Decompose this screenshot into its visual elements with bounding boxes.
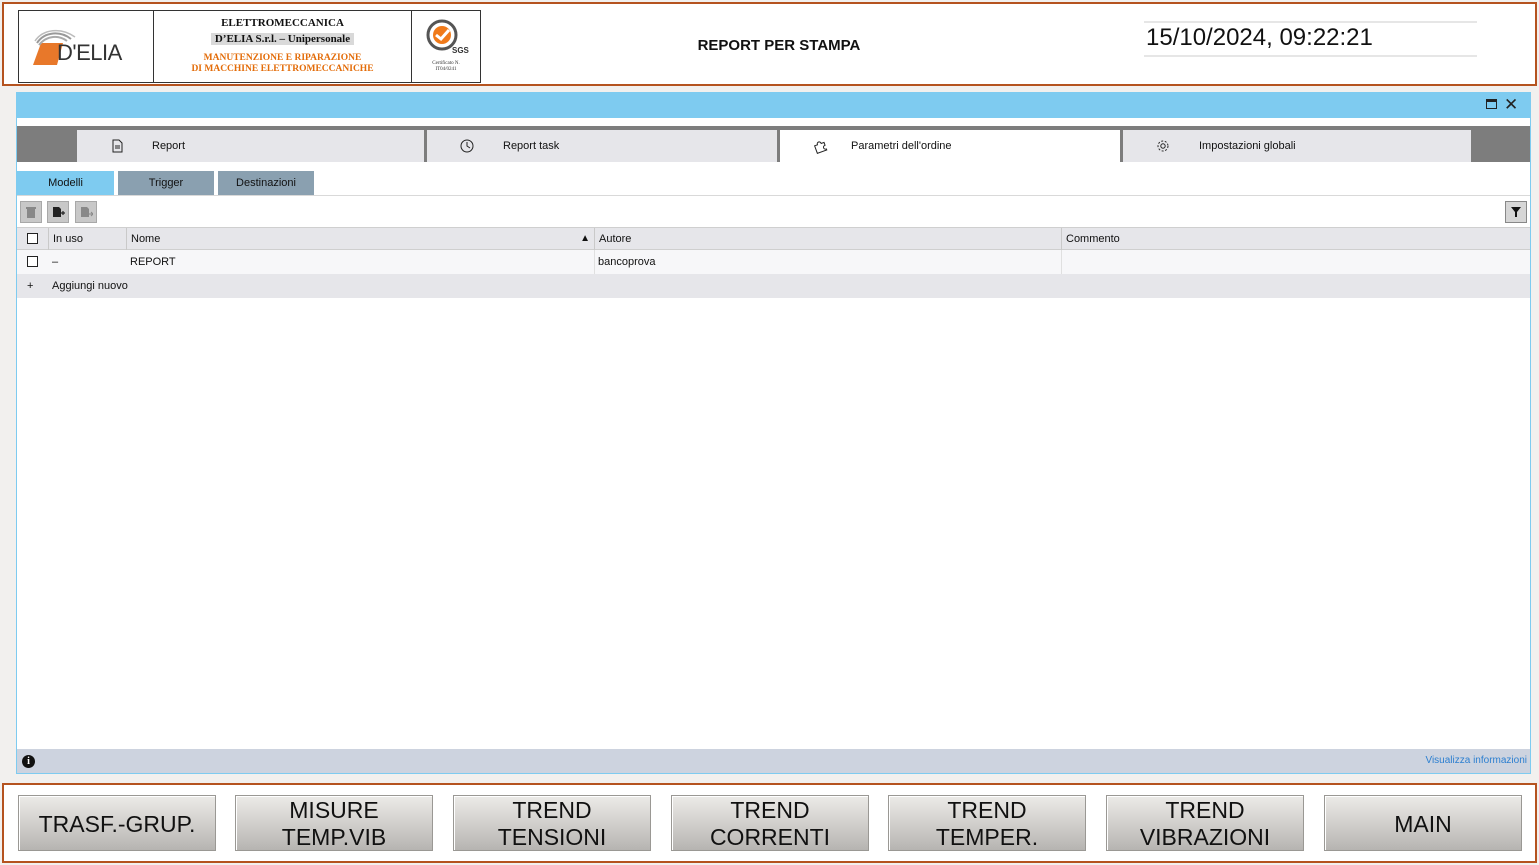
status-bar: i Visualizza informazioni [17,749,1530,773]
nav-button-label: VIBRAZIONI [1139,824,1271,850]
cell-in-uso: – [52,256,59,268]
add-new-row[interactable]: + Aggiungi nuovo [17,274,1530,298]
subtab-trigger[interactable]: Trigger [118,171,214,195]
tab-report-task[interactable]: Report task [427,130,777,162]
nav-button-label: TRASF.-GRUP. [38,811,196,837]
bottom-navigation: TRASF.-GRUP. MISURE TEMP.VIB TREND TENSI… [2,783,1537,863]
tab-parametri-ordine-label: Parametri dell'ordine [851,140,952,152]
column-in-uso[interactable]: In uso [48,228,126,250]
nav-button-label: TEMP.VIB [281,824,387,850]
tab-report-task-label: Report task [503,140,560,152]
tab-report[interactable]: Report [77,130,424,162]
company-logo-block: D'ELIA ELETTROMECCANICA D’ELIA S.r.l. – … [18,10,481,83]
column-autore[interactable]: Autore [594,228,1061,250]
datetime-display: 15/10/2024, 09:22:21 [1144,21,1477,57]
sgs-certification-logo: SGS Certificato N. IT04/0241 [412,11,480,82]
clock-icon [460,139,474,153]
new-document-icon [53,207,65,217]
tab-parametri-ordine[interactable]: Parametri dell'ordine [780,130,1120,162]
nav-trend-temper-button[interactable]: TREND TEMPER. [888,795,1086,851]
nav-trend-vibrazioni-button[interactable]: TREND VIBRAZIONI [1106,795,1304,851]
nav-button-label: TEMPER. [935,824,1039,850]
cell-nome: REPORT [130,256,176,268]
select-all-checkbox[interactable] [27,233,38,244]
company-line-2: D’ELIA S.r.l. – Unipersonale [210,33,355,45]
nav-button-label: TREND [512,797,592,823]
certificate-number: IT04/0241 [435,67,457,72]
company-line-4: DI MACCHINE ELETTROMECCANICHE [191,64,374,74]
window-spacer [17,118,1530,126]
cell-autore: bancoprova [598,256,656,268]
tab-impostazioni-globali-label: Impostazioni globali [1199,140,1296,152]
delia-logo: D'ELIA [19,11,154,82]
header-panel: D'ELIA ELETTROMECCANICA D’ELIA S.r.l. – … [2,2,1537,86]
close-icon[interactable]: ✕ [1504,95,1518,115]
delete-button[interactable] [20,201,42,223]
page-title: REPORT PER STAMPA [697,37,861,54]
export-document-icon [81,207,93,217]
table-header: In uso Nome ▲ Autore Commento [17,227,1530,250]
gear-icon [1157,140,1169,152]
brand-name: D'ELIA [57,40,122,65]
nav-button-label: CORRENTI [709,824,831,850]
filter-icon [1511,207,1521,217]
filter-button[interactable] [1505,201,1527,223]
nav-misure-temp-vib-button[interactable]: MISURE TEMP.VIB [235,795,433,851]
table-row[interactable]: – REPORT bancoprova [17,250,1530,274]
nav-button-label: TREND [730,797,810,823]
nav-button-label: MISURE [289,797,379,823]
show-info-link[interactable]: Visualizza informazioni [1397,755,1527,766]
nav-button-label: TREND [947,797,1027,823]
add-new-label: Aggiungi nuovo [52,280,128,292]
sgs-label: SGS [452,46,470,55]
column-nome-label: Nome [131,233,161,245]
subtab-destinazioni[interactable]: Destinazioni [218,171,314,195]
export-model-button[interactable] [75,201,97,223]
nav-button-label: TENSIONI [497,824,607,850]
new-model-button[interactable] [47,201,69,223]
puzzle-icon [813,141,828,154]
company-info: ELETTROMECCANICA D’ELIA S.r.l. – Unipers… [154,11,412,82]
report-window: ✕ Report Report task Parametri dell'ordi… [16,92,1531,774]
column-nome[interactable]: Nome ▲ [126,228,594,250]
add-plus-icon: + [27,280,34,292]
nav-button-label: MAIN [1394,811,1452,837]
document-icon [112,139,123,153]
row-checkbox[interactable] [27,256,38,267]
subtab-modelli[interactable]: Modelli [17,171,114,195]
main-tabs: Report Report task Parametri dell'ordine… [17,126,1530,162]
info-icon[interactable]: i [22,755,35,768]
cell-commento [1061,250,1065,274]
nav-button-label: TREND [1165,797,1245,823]
nav-main-button[interactable]: MAIN [1324,795,1522,851]
tab-report-label: Report [152,140,186,152]
sgs-badge-icon: SGS [426,19,470,55]
window-titlebar: ✕ [17,93,1530,118]
tab-impostazioni-globali[interactable]: Impostazioni globali [1123,130,1471,162]
column-commento[interactable]: Commento [1061,228,1530,250]
nav-trasf-grup-button[interactable]: TRASF.-GRUP. [18,795,216,851]
nav-trend-correnti-button[interactable]: TREND CORRENTI [671,795,869,851]
trash-icon [26,207,36,218]
subtab-divider [17,195,1530,196]
company-line-1: ELETTROMECCANICA [221,17,344,29]
sort-ascending-icon: ▲ [580,233,590,244]
company-line-3: MANUTENZIONE E RIPARAZIONE [203,53,362,63]
certificate-text: Certificato N. IT04/0241 [412,61,480,73]
maximize-icon[interactable] [1486,99,1497,109]
nav-trend-tensioni-button[interactable]: TREND TENSIONI [453,795,651,851]
